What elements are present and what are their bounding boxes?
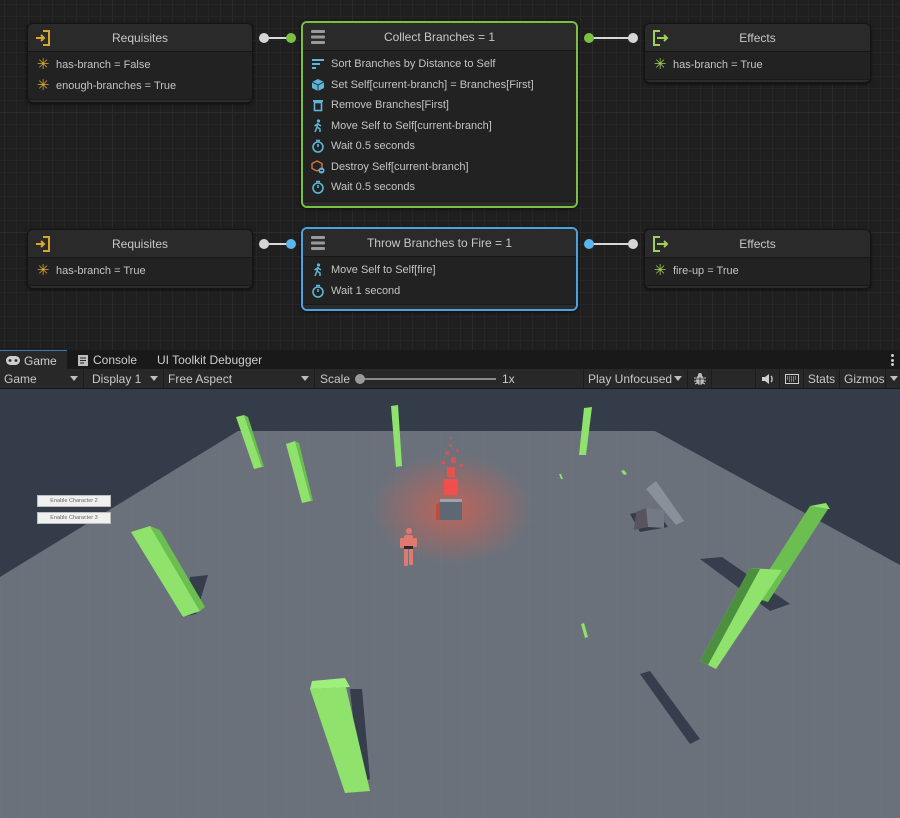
action-item[interactable]: Wait 1 second [303,281,576,302]
chevron-down-icon [70,376,78,381]
play-mode-dropdown[interactable]: Play Unfocused [584,369,688,388]
action-node[interactable]: Throw Branches to Fire = 1 Move Self to … [301,227,578,311]
tab-game[interactable]: Game [0,350,67,370]
console-icon [78,354,88,366]
stopwatch-icon [311,180,325,195]
scale-control: Scale 1x [316,369,584,388]
node-header[interactable]: Throw Branches to Fire = 1 [303,229,576,257]
connection-edge [592,37,632,39]
action-item[interactable]: Move Self to Self[fire] [303,260,576,281]
input-port[interactable] [628,239,638,249]
game-viewport[interactable]: Enable Character 2 Enable Character 3 [0,389,900,818]
output-port[interactable] [584,239,594,249]
condition-item[interactable]: ✳ enough-branches = True [28,76,252,97]
chevron-down-icon [890,376,898,381]
action-item[interactable]: Remove Branches[First] [303,95,576,116]
gizmos-toggle[interactable]: Gizmos [840,369,886,388]
shortcuts-toggle[interactable] [780,369,804,388]
bug-toggle[interactable] [688,369,712,388]
stopwatch-icon [311,284,325,298]
asterisk-icon: ✳ [653,56,667,74]
cube-icon [311,78,325,92]
action-item[interactable]: Wait 0.5 seconds [303,177,576,198]
chevron-down-icon [301,376,309,381]
node-header[interactable]: Requisites [28,24,252,52]
action-item[interactable]: Set Self[current-branch] = Branches[Firs… [303,75,576,96]
menu-icon [309,28,327,46]
bug-icon [693,372,707,386]
node-header[interactable]: Effects [645,230,870,258]
stats-toggle[interactable]: Stats [804,369,840,388]
scene-render [0,405,900,818]
display-dropdown[interactable]: Display 1 [88,369,164,388]
asterisk-icon: ✳ [653,262,667,280]
output-port[interactable] [259,239,269,249]
connection-edge [592,243,632,245]
condition-item[interactable]: ✳ has-branch = True [28,261,252,282]
effects-node[interactable]: Effects ✳ has-branch = True [644,23,871,83]
enable-character-2-button[interactable]: Enable Character 2 [37,495,111,507]
keyboard-icon [784,373,799,384]
action-item[interactable]: Move Self to Self[current-branch] [303,116,576,137]
node-header[interactable]: Effects [645,24,870,52]
tab-console[interactable]: Console [72,350,143,370]
enable-character-3-button[interactable]: Enable Character 3 [37,512,111,524]
action-node[interactable]: Collect Branches = 1 Sort Branches by Di… [301,21,578,208]
tab-ui-toolkit-debugger[interactable]: UI Toolkit Debugger [151,350,268,370]
effect-item[interactable]: ✳ has-branch = True [645,55,870,76]
toolbar-spacer [712,369,756,388]
goap-graph-canvas[interactable]: Requisites ✳ has-branch = False ✳ enough-b… [0,0,900,350]
output-port[interactable] [259,33,269,43]
aspect-dropdown[interactable]: Free Aspect [164,369,315,388]
effects-node[interactable]: Effects ✳ fire-up = True [644,229,871,289]
node-title: Requisites [111,30,169,45]
enter-icon [34,235,52,253]
view-mode-dropdown[interactable]: Game [0,369,84,388]
node-header[interactable]: Collect Branches = 1 [303,23,576,51]
chevron-down-icon [150,376,158,381]
action-item[interactable]: Sort Branches by Distance to Self [303,54,576,75]
more-options-icon[interactable] [891,354,894,366]
speaker-icon [761,373,775,385]
requisites-node[interactable]: Requisites ✳ has-branch = False ✳ enough-b… [27,23,253,103]
stopwatch-icon [311,139,325,154]
input-port[interactable] [286,33,296,43]
gamepad-icon [6,356,20,365]
mute-audio-toggle[interactable] [756,369,780,388]
input-port[interactable] [628,33,638,43]
action-item[interactable]: Wait 0.5 seconds [303,136,576,157]
input-port[interactable] [286,239,296,249]
node-title: Collect Branches = 1 [383,29,496,44]
node-header[interactable]: Requisites [28,230,252,258]
menu-icon [309,234,327,252]
chevron-down-icon [674,376,682,381]
exit-icon [651,235,669,253]
sort-icon [311,57,325,71]
walk-icon [311,119,325,133]
exit-icon [651,29,669,47]
node-title: Throw Branches to Fire = 1 [366,235,513,250]
node-title: Requisites [111,236,169,251]
asterisk-icon: ✳ [36,76,50,94]
output-port[interactable] [584,33,594,43]
walk-icon [311,263,325,277]
scale-slider[interactable] [355,374,496,384]
asterisk-icon: ✳ [36,56,50,74]
scale-slider-handle[interactable] [355,374,365,384]
editor-tab-bar: Game Console UI Toolkit Debugger [0,350,900,370]
effect-item[interactable]: ✳ fire-up = True [645,261,870,282]
node-title: Effects [739,30,776,45]
action-item[interactable]: Destroy Self[current-branch] [303,157,576,178]
gizmos-dropdown[interactable] [886,369,900,388]
enter-icon [34,29,52,47]
game-view-toolbar: Game Display 1 Free Aspect Scale 1x Play… [0,369,900,389]
condition-item[interactable]: ✳ has-branch = False [28,55,252,76]
asterisk-icon: ✳ [36,262,50,280]
fire-pit [436,499,462,520]
node-title: Effects [739,236,776,251]
requisites-node[interactable]: Requisites ✳ has-branch = True [27,229,253,289]
trash-icon [311,98,325,112]
destroy-cube-icon [311,159,325,174]
